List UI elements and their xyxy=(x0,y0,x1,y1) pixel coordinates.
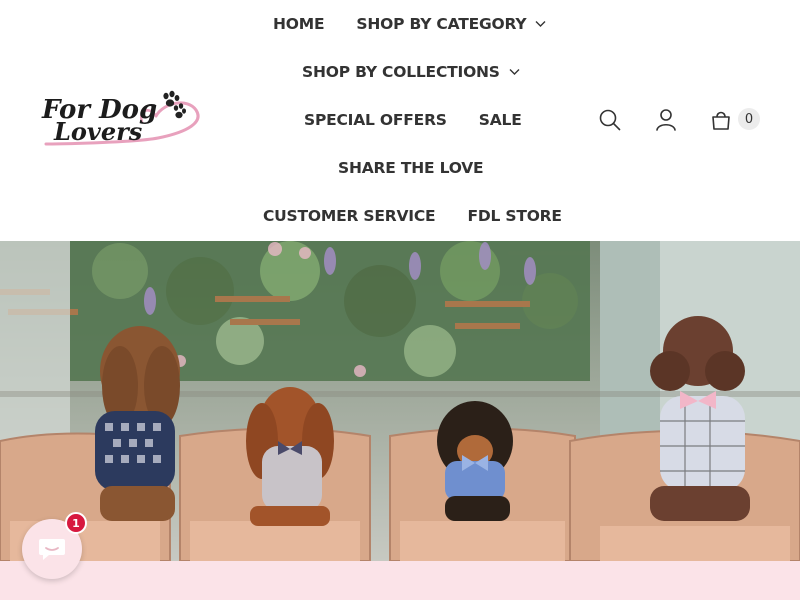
chevron-down-icon xyxy=(535,20,546,28)
nav-fdl-store[interactable]: FDL STORE xyxy=(467,207,562,225)
account-button[interactable] xyxy=(652,106,680,134)
cart-button[interactable] xyxy=(708,106,736,134)
nav-row: SHARE THE LOVE xyxy=(338,144,484,192)
nav-row: CUSTOMER SERVICE FDL STORE xyxy=(263,192,562,240)
paw-heart-logo-icon: For Dog Lovers xyxy=(41,90,200,146)
nav-shop-by-collections-label: SHOP BY COLLECTIONS xyxy=(302,63,500,81)
nav-share-the-love[interactable]: SHARE THE LOVE xyxy=(338,159,484,177)
hero-image xyxy=(0,241,800,561)
nav-shop-by-category[interactable]: SHOP BY CATEGORY xyxy=(356,15,546,33)
chat-bubble-icon xyxy=(39,539,65,560)
nav-row: HOME SHOP BY CATEGORY xyxy=(273,0,546,48)
cart-count-badge: 0 xyxy=(738,108,760,130)
site-header: For Dog Lovers HOME SHOP BY CATEGORY SHO… xyxy=(0,0,800,241)
nav-row: SPECIAL OFFERS SALE xyxy=(304,96,522,144)
nav-shop-by-collections[interactable]: SHOP BY COLLECTIONS xyxy=(302,63,520,81)
chevron-down-icon xyxy=(509,68,520,76)
hero-banner[interactable] xyxy=(0,241,800,561)
nav-home[interactable]: HOME xyxy=(273,15,325,33)
promo-strip xyxy=(0,561,800,600)
logo-line2: Lovers xyxy=(53,117,143,146)
shopping-bag-icon xyxy=(712,111,730,130)
search-icon xyxy=(599,109,621,131)
nav-customer-service[interactable]: CUSTOMER SERVICE xyxy=(263,207,436,225)
user-icon xyxy=(656,109,676,131)
search-button[interactable] xyxy=(596,106,624,134)
nav-sale[interactable]: SALE xyxy=(479,111,522,129)
chat-notification-badge: 1 xyxy=(65,512,87,534)
nav-shop-by-category-label: SHOP BY CATEGORY xyxy=(356,15,527,33)
nav-row: SHOP BY COLLECTIONS xyxy=(302,48,520,96)
nav-special-offers[interactable]: SPECIAL OFFERS xyxy=(304,111,447,129)
site-logo[interactable]: For Dog Lovers xyxy=(38,88,203,152)
